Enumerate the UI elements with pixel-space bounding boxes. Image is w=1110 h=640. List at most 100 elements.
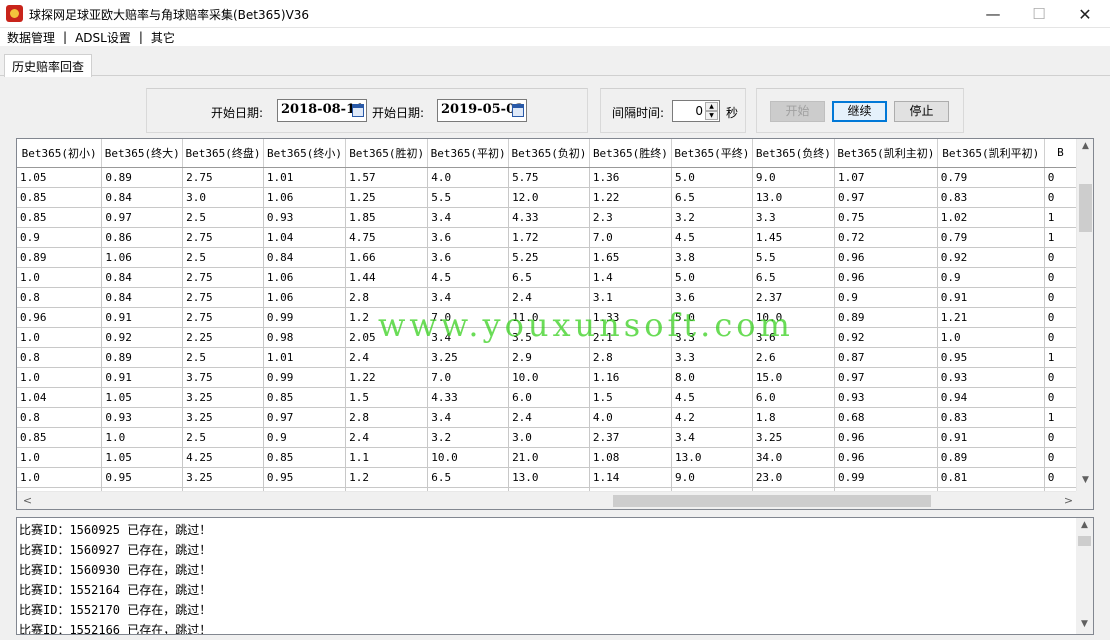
- table-cell[interactable]: 2.4: [345, 347, 429, 368]
- table-cell[interactable]: 1.08: [589, 447, 673, 468]
- table-cell[interactable]: 1.04: [263, 227, 347, 248]
- table-cell[interactable]: 1.72: [508, 227, 590, 248]
- table-row[interactable]: 1.0 0.84 2.75 1.06 1.44 4.5 6.5 1.4 5.0 6.5 0.96 0.…: [17, 267, 1077, 288]
- table-cell[interactable]: 0: [1044, 387, 1077, 408]
- column-header[interactable]: Bet365(负终): [752, 139, 836, 168]
- table-cell[interactable]: 1.07: [834, 167, 938, 188]
- table-cell[interactable]: 1.2: [345, 467, 429, 488]
- table-cell[interactable]: 1.06: [263, 267, 347, 288]
- table-cell[interactable]: 0: [1044, 267, 1077, 288]
- table-cell[interactable]: 1.5: [345, 387, 429, 408]
- table-cell[interactable]: 1.01: [263, 167, 347, 188]
- table-cell[interactable]: 3.3: [671, 347, 753, 368]
- table-cell[interactable]: 0.92: [101, 327, 184, 348]
- table-cell[interactable]: 2.75: [182, 287, 264, 308]
- table-cell[interactable]: 4.33: [427, 387, 510, 408]
- table-row[interactable]: 0.89 1.06 2.5 0.84 1.66 3.6 5.25 1.65 3.8 5.5 0.96…: [17, 247, 1077, 268]
- table-cell[interactable]: 0: [1044, 287, 1077, 308]
- menu-item-data-management[interactable]: 数据管理: [7, 29, 55, 46]
- table-cell[interactable]: 2.4: [345, 427, 429, 448]
- table-row[interactable]: 0.8 0.84 2.75 1.06 2.8 3.4 2.4 3.1 3.6 2.37 0.9 0.9…: [17, 287, 1077, 308]
- table-cell[interactable]: 1.06: [263, 187, 347, 208]
- table-cell[interactable]: 3.3: [752, 207, 836, 228]
- table-cell[interactable]: 0: [1044, 187, 1077, 208]
- table-cell[interactable]: 0.95: [263, 467, 347, 488]
- table-cell[interactable]: 1.45: [752, 227, 836, 248]
- table-cell[interactable]: 1: [1044, 407, 1077, 428]
- table-cell[interactable]: 0.97: [834, 187, 938, 208]
- table-row[interactable]: 1.0 0.95 3.25 0.95 1.2 6.5 13.0 1.14 9.0 23.0 0.99…: [17, 467, 1077, 488]
- table-cell[interactable]: 0.96: [834, 247, 938, 268]
- table-row[interactable]: 0.85 0.84 3.0 1.06 1.25 5.5 12.0 1.22 6.5 13.0 0.9…: [17, 187, 1077, 208]
- log-vertical-scrollbar[interactable]: ▲ ▼: [1076, 518, 1093, 634]
- table-cell[interactable]: 0.68: [834, 407, 938, 428]
- start-date-picker-2[interactable]: 2019-05-02: [437, 99, 527, 122]
- table-cell[interactable]: 0.9: [263, 427, 347, 448]
- table-cell[interactable]: 1.0: [17, 367, 103, 388]
- table-cell[interactable]: 0: [1044, 307, 1077, 328]
- table-cell[interactable]: 0.93: [263, 207, 347, 228]
- table-cell[interactable]: 0.93: [834, 387, 938, 408]
- log-scroll-thumb[interactable]: [1078, 536, 1091, 546]
- table-cell[interactable]: 5.75: [508, 167, 590, 188]
- table-cell[interactable]: 4.33: [508, 207, 590, 228]
- column-header[interactable]: Bet365(凯利主初): [834, 139, 938, 168]
- table-cell[interactable]: 2.8: [345, 407, 429, 428]
- table-cell[interactable]: 0.8: [17, 287, 103, 308]
- table-cell[interactable]: 3.6: [427, 227, 510, 248]
- table-row[interactable]: 1.0 1.05 4.25 0.85 1.1 10.0 21.0 1.08 13.0 34.0 0.…: [17, 447, 1077, 468]
- table-cell[interactable]: 2.75: [182, 307, 264, 328]
- tab-history-odds[interactable]: 历史赔率回查: [4, 54, 93, 77]
- table-cell[interactable]: 0: [1044, 367, 1077, 388]
- table-cell[interactable]: 0.9: [17, 227, 103, 248]
- table-cell[interactable]: 1.02: [937, 207, 1045, 228]
- table-cell[interactable]: 2.4: [508, 407, 590, 428]
- table-cell[interactable]: 0.89: [834, 307, 938, 328]
- table-cell[interactable]: 0.91: [937, 287, 1045, 308]
- table-cell[interactable]: 0.91: [101, 307, 184, 328]
- column-header[interactable]: Bet365(胜初): [345, 139, 429, 168]
- table-cell[interactable]: 1.05: [101, 447, 184, 468]
- table-cell[interactable]: 2.37: [589, 427, 673, 448]
- table-cell[interactable]: 6.0: [508, 387, 590, 408]
- table-cell[interactable]: 0.94: [937, 387, 1045, 408]
- table-cell[interactable]: 3.25: [182, 387, 264, 408]
- table-cell[interactable]: 0.83: [937, 187, 1045, 208]
- table-cell[interactable]: 3.25: [182, 407, 264, 428]
- table-cell[interactable]: 1.25: [345, 187, 429, 208]
- table-cell[interactable]: 0.89: [17, 247, 103, 268]
- table-cell[interactable]: 5.0: [671, 167, 753, 188]
- column-header[interactable]: Bet365(终小): [263, 139, 347, 168]
- table-cell[interactable]: 0.79: [937, 167, 1045, 188]
- table-cell[interactable]: 4.0: [589, 407, 673, 428]
- table-cell[interactable]: 0.91: [101, 367, 184, 388]
- table-cell[interactable]: 3.25: [752, 427, 836, 448]
- table-cell[interactable]: 2.6: [752, 347, 836, 368]
- table-cell[interactable]: 6.5: [427, 467, 510, 488]
- table-cell[interactable]: 1.01: [263, 347, 347, 368]
- start-button[interactable]: 开始: [770, 101, 825, 122]
- stop-button[interactable]: 停止: [894, 101, 949, 122]
- table-cell[interactable]: 0.9: [937, 267, 1045, 288]
- column-header[interactable]: Bet365(胜终): [589, 139, 673, 168]
- grid-horizontal-scroll-thumb[interactable]: [613, 495, 931, 507]
- table-cell[interactable]: 3.6: [427, 247, 510, 268]
- column-header[interactable]: B: [1044, 139, 1077, 168]
- menu-item-adsl-settings[interactable]: ADSL设置: [75, 29, 131, 46]
- table-cell[interactable]: 2.75: [182, 227, 264, 248]
- table-cell[interactable]: 0: [1044, 427, 1077, 448]
- table-cell[interactable]: 0.93: [937, 367, 1045, 388]
- table-cell[interactable]: 1.16: [589, 367, 673, 388]
- table-cell[interactable]: 7.0: [427, 367, 510, 388]
- table-row[interactable]: 0.8 0.93 3.25 0.97 2.8 3.4 2.4 4.0 4.2 1.8 0.68 0.8…: [17, 407, 1077, 428]
- scroll-down-icon[interactable]: ▼: [1076, 619, 1093, 629]
- table-cell[interactable]: 0.96: [834, 427, 938, 448]
- table-cell[interactable]: 1.44: [345, 267, 429, 288]
- table-cell[interactable]: 0.99: [263, 367, 347, 388]
- table-cell[interactable]: 10.0: [427, 447, 510, 468]
- table-cell[interactable]: 0.92: [834, 327, 938, 348]
- table-cell[interactable]: 0.97: [834, 367, 938, 388]
- table-cell[interactable]: 1.4: [589, 267, 673, 288]
- table-cell[interactable]: 0.84: [101, 287, 184, 308]
- spin-down-icon[interactable]: ▼: [705, 111, 718, 120]
